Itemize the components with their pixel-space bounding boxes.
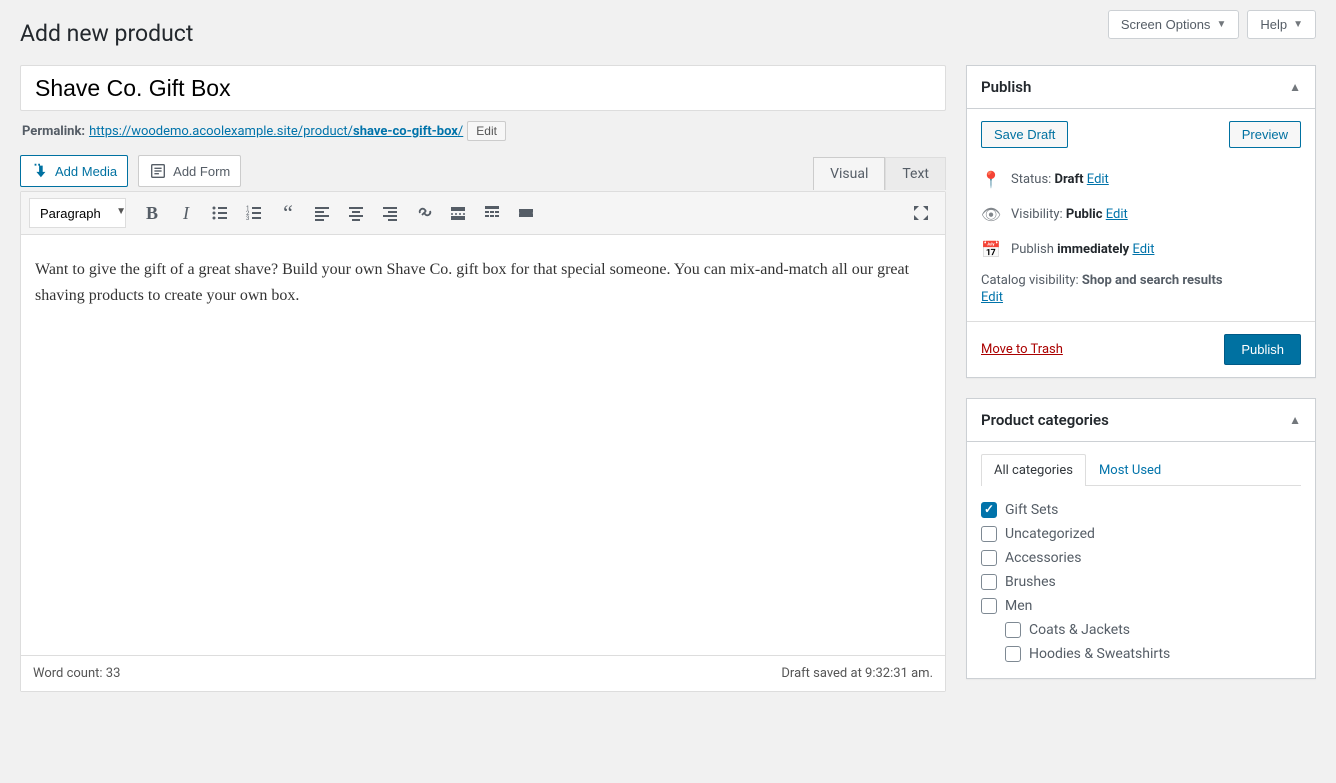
category-checkbox[interactable] <box>981 526 997 542</box>
eye-icon: 👁 <box>981 205 1001 224</box>
product-title-input[interactable] <box>20 65 946 111</box>
collapse-toggle[interactable]: ▲ <box>1289 80 1301 94</box>
permalink-link[interactable]: https://woodemo.acoolexample.site/produc… <box>89 124 463 139</box>
media-icon <box>31 162 49 180</box>
catalog-edit-link[interactable]: Edit <box>981 290 1003 305</box>
category-checkbox[interactable] <box>981 598 997 614</box>
preview-button[interactable]: Preview <box>1229 121 1301 148</box>
align-right-button[interactable] <box>374 198 406 228</box>
category-label: Accessories <box>1005 550 1081 566</box>
format-select[interactable]: Paragraph <box>29 198 126 228</box>
add-form-button[interactable]: Add Form <box>138 155 241 187</box>
screen-options-button[interactable]: Screen Options ▼ <box>1108 10 1240 39</box>
category-item[interactable]: Men <box>981 594 1293 618</box>
category-item[interactable]: Accessories <box>981 546 1293 570</box>
editor-content[interactable]: Want to give the gift of a great shave? … <box>21 235 945 655</box>
chevron-down-icon: ▼ <box>1293 19 1303 30</box>
status-edit-link[interactable]: Edit <box>1087 172 1109 187</box>
category-label: Uncategorized <box>1005 526 1095 542</box>
category-label: Gift Sets <box>1005 502 1058 518</box>
category-label: Coats & Jackets <box>1029 622 1130 638</box>
category-checkbox[interactable] <box>981 502 997 518</box>
category-item[interactable]: Gift Sets <box>981 498 1293 522</box>
categories-box-title: Product categories <box>981 411 1109 429</box>
save-status: Draft saved at 9:32:31 am. <box>781 666 933 681</box>
calendar-icon: 📅 <box>981 240 1001 259</box>
publish-button[interactable]: Publish <box>1224 334 1301 365</box>
blockquote-button[interactable]: “ <box>272 198 304 228</box>
collapse-toggle[interactable]: ▲ <box>1289 413 1301 427</box>
permalink-row: Permalink: https://woodemo.acoolexample.… <box>22 121 944 141</box>
form-icon <box>149 162 167 180</box>
chevron-down-icon: ▼ <box>1216 19 1226 30</box>
category-checkbox[interactable] <box>981 550 997 566</box>
numbered-list-button[interactable]: 123 <box>238 198 270 228</box>
catalog-row: Catalog visibility: Shop and search resu… <box>981 267 1301 309</box>
status-row: 📍 Status: Draft Edit <box>981 162 1301 197</box>
editor-statusbar: Word count: 33 Draft saved at 9:32:31 am… <box>21 655 945 691</box>
bold-button[interactable]: B <box>136 198 168 228</box>
bullet-list-button[interactable] <box>204 198 236 228</box>
word-count: Word count: 33 <box>33 666 120 681</box>
publish-box-title: Publish <box>981 78 1031 96</box>
fullscreen-button[interactable] <box>905 198 937 228</box>
category-label: Brushes <box>1005 574 1056 590</box>
category-label: Men <box>1005 598 1032 614</box>
tab-all-categories[interactable]: All categories <box>981 454 1086 486</box>
visibility-row: 👁 Visibility: Public Edit <box>981 197 1301 232</box>
category-list: Gift Sets Uncategorized Accessories Brushes… <box>981 498 1293 666</box>
category-checkbox[interactable] <box>981 574 997 590</box>
schedule-edit-link[interactable]: Edit <box>1132 242 1154 257</box>
svg-text:3: 3 <box>246 215 249 222</box>
pin-icon: 📍 <box>981 170 1001 189</box>
ticket-icon[interactable] <box>510 198 542 228</box>
align-center-button[interactable] <box>340 198 372 228</box>
add-media-button[interactable]: Add Media <box>20 155 128 187</box>
move-to-trash-link[interactable]: Move to Trash <box>981 342 1063 357</box>
tab-visual[interactable]: Visual <box>813 157 885 190</box>
tab-text[interactable]: Text <box>885 157 946 190</box>
toolbar-toggle-button[interactable] <box>476 198 508 228</box>
link-button[interactable] <box>408 198 440 228</box>
align-left-button[interactable] <box>306 198 338 228</box>
italic-button[interactable]: I <box>170 198 202 228</box>
editor-toolbar: Paragraph B I 123 “ <box>21 192 945 235</box>
save-draft-button[interactable]: Save Draft <box>981 121 1068 148</box>
category-checkbox[interactable] <box>1005 622 1021 638</box>
editor-container: Paragraph B I 123 “ <box>20 191 946 692</box>
screen-options-label: Screen Options <box>1121 17 1211 32</box>
read-more-button[interactable] <box>442 198 474 228</box>
category-item[interactable]: Uncategorized <box>981 522 1293 546</box>
category-checkbox[interactable] <box>1005 646 1021 662</box>
publish-box: Publish ▲ Save Draft Preview 📍 Status: D… <box>966 65 1316 378</box>
category-item[interactable]: Hoodies & Sweatshirts <box>981 642 1293 666</box>
visibility-edit-link[interactable]: Edit <box>1106 207 1128 222</box>
help-button[interactable]: Help ▼ <box>1247 10 1316 39</box>
category-item[interactable]: Brushes <box>981 570 1293 594</box>
permalink-edit-button[interactable]: Edit <box>467 121 506 141</box>
categories-box: Product categories ▲ All categories Most… <box>966 398 1316 679</box>
help-label: Help <box>1260 17 1287 32</box>
schedule-row: 📅 Publish immediately Edit <box>981 232 1301 267</box>
category-label: Hoodies & Sweatshirts <box>1029 646 1170 662</box>
category-item[interactable]: Coats & Jackets <box>981 618 1293 642</box>
permalink-label: Permalink: <box>22 124 85 139</box>
tab-most-used[interactable]: Most Used <box>1086 454 1174 486</box>
